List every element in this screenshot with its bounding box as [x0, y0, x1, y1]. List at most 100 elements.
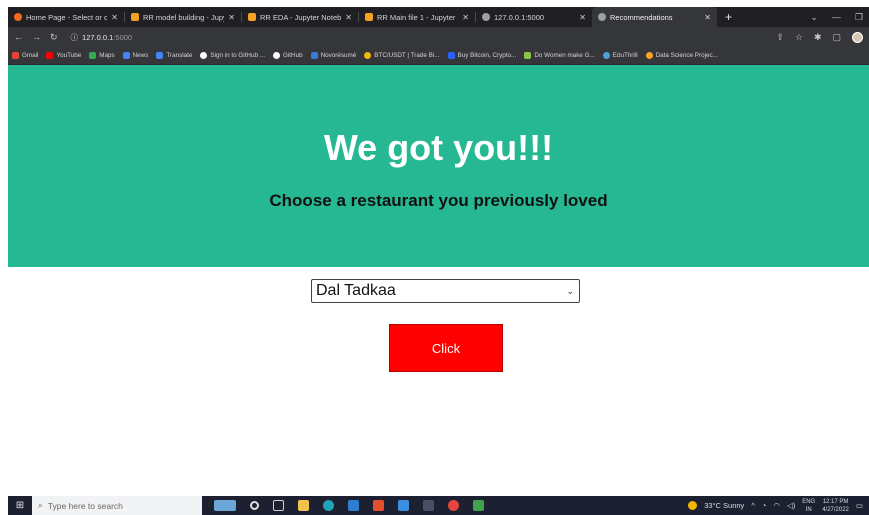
avatar[interactable] — [852, 31, 863, 43]
chevron-up-icon[interactable]: ^ — [751, 501, 755, 510]
taskbar: ⊞ ⌕ Type here to search 33°C Sunny ^ ◔ ◠… — [8, 496, 869, 515]
tab-rr-model-building[interactable]: RR model building - Jupyt ✕ — [125, 7, 241, 27]
windows-start-icon[interactable]: ⊞ — [8, 500, 32, 511]
bookmark-eduthrill[interactable]: EduThrill — [602, 52, 638, 59]
mail-icon[interactable] — [398, 500, 409, 511]
notepad-icon[interactable] — [473, 500, 484, 511]
jupyter-icon — [248, 13, 256, 21]
reload-icon[interactable]: ↻ — [50, 32, 58, 43]
bookmark-do-women[interactable]: Do Women make G... — [524, 52, 595, 59]
sidebar-icon[interactable]: ▢ — [832, 32, 841, 43]
close-icon[interactable]: ✕ — [228, 13, 235, 22]
binance-icon — [364, 52, 372, 59]
github-icon — [200, 52, 208, 59]
bookmark-label: Data Science Projec... — [655, 52, 718, 59]
bookmark-maps[interactable]: Maps — [89, 52, 115, 59]
office-icon[interactable] — [373, 500, 384, 511]
close-icon[interactable]: ✕ — [579, 13, 586, 22]
close-icon[interactable]: ✕ — [462, 13, 469, 22]
weather-text[interactable]: 33°C Sunny — [704, 501, 744, 510]
restaurant-select-value: Dal Tadkaa — [316, 282, 396, 299]
chevron-down-icon[interactable]: ⌄ — [810, 12, 818, 23]
bookmark-github-signin[interactable]: Sign in to GitHub ... — [200, 52, 265, 59]
minimize-icon[interactable]: — — [832, 12, 841, 22]
language-indicator[interactable]: ENG IN — [802, 498, 815, 514]
bookmark-label: Do Women make G... — [534, 52, 595, 59]
vpn-icon[interactable] — [423, 500, 434, 511]
bookmark-novoresume[interactable]: Novorésumé — [310, 52, 357, 59]
search-icon: ⌕ — [38, 500, 43, 510]
wifi-icon[interactable]: ◠ — [773, 501, 780, 510]
tab-rr-eda[interactable]: RR EDA - Jupyter Notebook ✕ — [242, 7, 358, 27]
sun-icon — [688, 501, 698, 510]
task-view-icon[interactable] — [273, 500, 284, 511]
new-tab-button[interactable]: + — [717, 7, 740, 27]
file-explorer-icon[interactable] — [298, 500, 309, 511]
toolbar-icons: ⇪ ☆ ✱ ▢ — [776, 31, 863, 43]
system-tray: 33°C Sunny ^ ◔ ◠ ◁) ENG IN 12:17 PM 4/27… — [688, 498, 869, 514]
tab-rr-main-file[interactable]: RR Main file 1 - Jupyter No ✕ — [359, 7, 475, 27]
url-field[interactable]: ⓘ 127.0.0.1:5000 — [71, 32, 133, 43]
window-controls: ⌄ — ❐ — [810, 7, 869, 27]
bookmark-news[interactable]: News — [122, 52, 148, 59]
close-icon[interactable]: ✕ — [111, 13, 118, 22]
bookmark-label: BTC/USDT | Trade Bi... — [374, 52, 440, 59]
weather-widget-icon[interactable] — [214, 500, 236, 511]
chrome-icon[interactable] — [448, 500, 459, 511]
jupyter-icon — [365, 13, 373, 21]
globe-icon — [482, 13, 490, 21]
jupyter-icon — [131, 13, 139, 21]
speaker-icon[interactable]: ◁) — [787, 501, 795, 510]
address-bar: ← → ↻ ⓘ 127.0.0.1:5000 ⇪ ☆ ✱ ▢ — [8, 27, 869, 47]
info-icon: ⓘ — [70, 32, 79, 42]
bookmark-label: GitHub — [282, 52, 303, 59]
bookmark-data-science[interactable]: Data Science Projec... — [645, 52, 718, 59]
network-icon[interactable]: ◔ — [762, 501, 767, 510]
share-icon[interactable]: ⇪ — [776, 32, 784, 43]
data-science-icon — [645, 52, 653, 59]
cortana-icon[interactable] — [250, 501, 259, 510]
tab-home-page[interactable]: Home Page - Select or crea ✕ — [8, 7, 124, 27]
language-label: ENG — [802, 498, 816, 505]
youtube-icon — [46, 52, 54, 59]
forward-icon[interactable]: → — [32, 32, 41, 42]
page-subtitle: Choose a restaurant you previously loved — [269, 191, 608, 210]
store-icon[interactable] — [348, 500, 359, 511]
github-icon — [272, 52, 280, 59]
maximize-icon[interactable]: ❐ — [855, 12, 863, 23]
back-icon[interactable]: ← — [14, 32, 23, 42]
restaurant-select[interactable]: Dal Tadkaa ⌄ — [311, 279, 580, 303]
gmail-icon — [12, 52, 19, 59]
globe-icon — [598, 13, 606, 21]
bookmark-translate[interactable]: Translate — [156, 52, 192, 59]
bookmark-label: Novorésumé — [320, 52, 357, 59]
close-icon[interactable]: ✕ — [704, 13, 711, 22]
edge-icon[interactable] — [323, 500, 334, 511]
screen: Home Page - Select or crea ✕ RR model bu… — [0, 0, 869, 515]
bookmark-label: Buy Bitcoin, Crypto... — [457, 52, 517, 59]
bookmark-github[interactable]: GitHub — [272, 52, 303, 59]
submit-button[interactable]: Click — [389, 324, 503, 372]
bookmark-label: EduThrill — [612, 52, 638, 59]
clock[interactable]: 12:17 PM 4/27/2022 — [822, 498, 849, 514]
bookmark-btc-usdt[interactable]: BTC/USDT | Trade Bi... — [364, 52, 440, 59]
tab-strip: Home Page - Select or crea ✕ RR model bu… — [8, 7, 869, 27]
bookmark-gmail[interactable]: Gmail — [12, 52, 38, 59]
star-icon[interactable]: ☆ — [795, 32, 803, 43]
news-icon — [122, 52, 130, 59]
extensions-icon[interactable]: ✱ — [814, 32, 822, 43]
taskbar-search[interactable]: ⌕ Type here to search — [32, 496, 202, 515]
bookmark-youtube[interactable]: YouTube — [46, 52, 81, 59]
notification-icon[interactable]: ▭ — [856, 501, 863, 510]
close-icon[interactable]: ✕ — [345, 13, 352, 22]
tab-title: RR Main file 1 - Jupyter No — [377, 12, 459, 22]
clock-time: 12:17 PM — [822, 498, 849, 505]
chevron-down-icon: ⌄ — [566, 286, 574, 296]
bookmark-buy-bitcoin[interactable]: Buy Bitcoin, Crypto... — [447, 52, 517, 59]
bookmark-label: YouTube — [56, 52, 82, 59]
hero-banner: We got you!!! Choose a restaurant you pr… — [8, 65, 869, 267]
tab-title: RR EDA - Jupyter Notebook — [260, 12, 342, 22]
tab-recommendations[interactable]: Recommendations ✕ — [592, 7, 717, 27]
tab-localhost[interactable]: 127.0.0.1:5000 ✕ — [476, 7, 592, 27]
tab-title: RR model building - Jupyt — [143, 12, 225, 22]
